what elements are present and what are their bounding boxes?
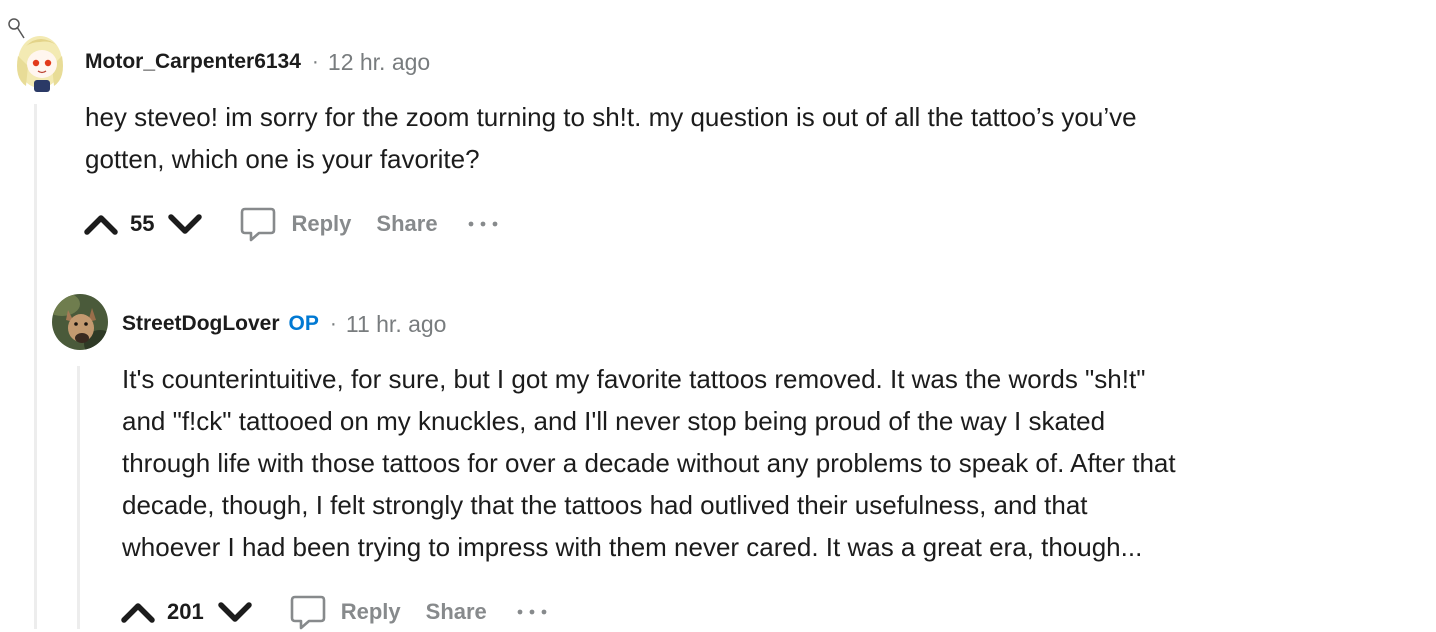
comment-actions: 201 Reply Share (121, 592, 548, 632)
timestamp[interactable]: 11 hr. ago (346, 311, 447, 338)
comment-line: decade, though, I felt strongly that the… (122, 490, 1088, 520)
share-label: Share (376, 211, 438, 236)
timestamp[interactable]: 12 hr. ago (328, 49, 430, 76)
username[interactable]: Motor_Carpenter6134 (85, 50, 301, 74)
comment-bubble-icon (290, 595, 326, 630)
comment-line: gotten, which one is your favorite? (85, 144, 480, 174)
op-badge: OP (288, 312, 319, 335)
downvote-icon[interactable] (217, 600, 252, 624)
reply-button[interactable]: Reply (239, 205, 351, 243)
reply-button[interactable]: Reply (289, 593, 401, 631)
reply-label: Reply (340, 599, 401, 624)
share-label: Share (425, 599, 487, 624)
comment-bubble-icon (241, 207, 276, 242)
dog-photo-avatar (52, 294, 108, 350)
comment-header: StreetDogLover OP · 11 hr. ago (122, 308, 446, 340)
thread-line[interactable] (34, 104, 37, 629)
comment-body: It's counterintuitive, for sure, but I g… (122, 358, 1422, 568)
upvote-icon[interactable] (84, 212, 118, 236)
share-button[interactable]: Share (376, 211, 437, 237)
comment-header: Motor_Carpenter6134 · 12 hr. ago (85, 46, 430, 78)
snoo-avatar-icon (8, 18, 63, 92)
comment-line: through life with those tattoos for over… (122, 448, 1176, 478)
avatar[interactable] (52, 294, 108, 350)
comment-line: hey steveo! im sorry for the zoom turnin… (85, 102, 1137, 132)
username[interactable]: StreetDogLover (122, 312, 280, 336)
comment-body: hey steveo! im sorry for the zoom turnin… (85, 96, 1405, 180)
separator: · (311, 50, 319, 73)
comment-line: whoever I had been trying to impress wit… (122, 532, 1143, 562)
avatar[interactable] (6, 16, 66, 92)
comment-line: It's counterintuitive, for sure, but I g… (122, 364, 1146, 394)
upvote-icon[interactable] (121, 600, 155, 624)
more-options-icon[interactable] (516, 607, 548, 617)
thread-line-reply[interactable] (77, 366, 80, 629)
more-options-icon[interactable] (467, 219, 499, 229)
downvote-icon[interactable] (168, 212, 203, 236)
share-button[interactable]: Share (426, 599, 487, 625)
vote-score: 55 (130, 211, 155, 236)
reply-label: Reply (291, 211, 352, 236)
comment-line: and "f!ck" tattooed on my knuckles, and … (122, 406, 1106, 436)
vote-score: 201 (167, 599, 204, 624)
separator: · (329, 312, 337, 335)
comment-actions: 55 Reply Share (84, 204, 499, 244)
